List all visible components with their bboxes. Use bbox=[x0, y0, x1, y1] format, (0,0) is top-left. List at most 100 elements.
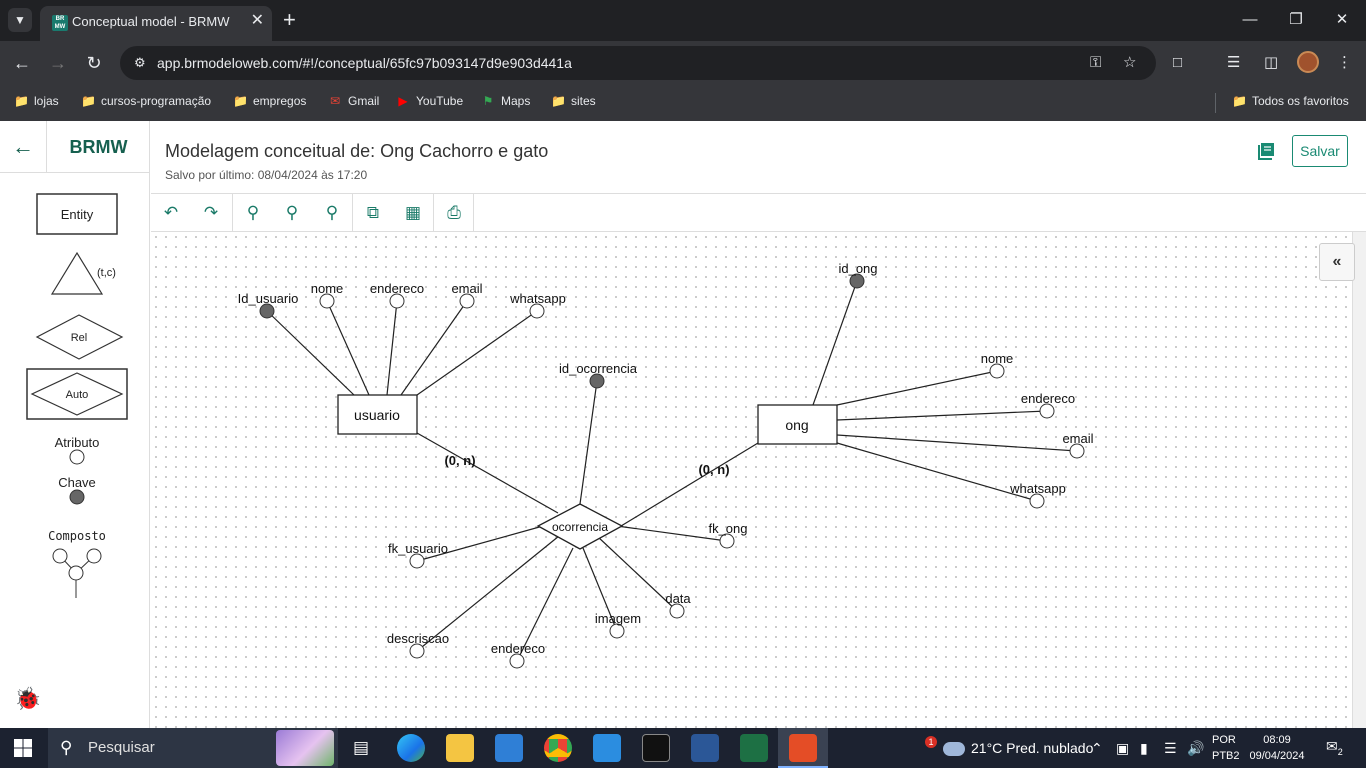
meet-now-icon[interactable]: ▣ bbox=[1116, 738, 1129, 758]
wifi-icon[interactable]: ☰ bbox=[1164, 738, 1177, 758]
entity-ong[interactable]: ong bbox=[757, 404, 838, 445]
attribute-ong-endereco[interactable]: endereco bbox=[1021, 391, 1075, 419]
bookmark-gmail[interactable]: ✉ Gmail bbox=[328, 93, 379, 109]
palette-key-attribute[interactable]: Chave bbox=[58, 475, 96, 505]
svg-text:Chave: Chave bbox=[58, 475, 96, 490]
documentation-book-icon[interactable] bbox=[1256, 141, 1276, 161]
attribute-ong-email[interactable]: email bbox=[1062, 431, 1094, 459]
unicorn-search-highlight-icon bbox=[276, 730, 334, 766]
attribute-ocorrencia-endereco[interactable]: endereco bbox=[491, 641, 545, 669]
zoom-reset-icon[interactable]: ⚲ bbox=[272, 194, 312, 232]
browser-tabstrip: ▼ BR MW Conceptual model - BRMW ✕ + — ❐ ✕ bbox=[0, 0, 1366, 41]
vscode-icon[interactable] bbox=[593, 734, 621, 762]
bookmark-cursos[interactable]: 📁 cursos-programação bbox=[81, 93, 211, 109]
task-view-icon[interactable]: ▤ bbox=[347, 734, 375, 762]
minimize-button[interactable]: — bbox=[1230, 8, 1270, 32]
palette-relationship[interactable]: Rel bbox=[35, 314, 124, 360]
attribute-usuario-nome[interactable]: nome bbox=[311, 281, 344, 309]
print-icon[interactable]: ⎙ bbox=[434, 194, 474, 232]
bookmark-sites[interactable]: 📁 sites bbox=[551, 93, 596, 109]
attribute-usuario-endereco[interactable]: endereco bbox=[370, 281, 424, 309]
browser-tab[interactable]: BR MW Conceptual model - BRMW ✕ bbox=[40, 6, 272, 41]
edge-icon[interactable] bbox=[397, 734, 425, 762]
restore-button[interactable]: ❐ bbox=[1276, 8, 1316, 32]
cardinality-ong[interactable]: (0, n) bbox=[698, 462, 729, 477]
convert-to-logical-table-icon[interactable]: ▦ bbox=[393, 194, 433, 232]
chrome-menu-icon[interactable]: ⋮ bbox=[1337, 53, 1352, 73]
attribute-fk-usuario[interactable]: fk_usuario bbox=[388, 541, 448, 569]
palette-composite-attribute[interactable]: Composto bbox=[48, 529, 106, 598]
entity-usuario[interactable]: usuario bbox=[337, 394, 418, 435]
terminal-icon[interactable] bbox=[642, 734, 670, 762]
attribute-ong-whatsapp[interactable]: whatsapp bbox=[1009, 481, 1066, 509]
attribute-descriscao[interactable]: descriscao bbox=[387, 631, 449, 659]
back-arrow-icon[interactable]: ← bbox=[0, 121, 47, 173]
taskbar-search[interactable]: ⚲ Pesquisar bbox=[48, 728, 338, 768]
mail-icon[interactable] bbox=[495, 734, 523, 762]
bug-report-icon[interactable]: 🐞 bbox=[14, 687, 41, 711]
toolbar-divider bbox=[473, 194, 474, 232]
attribute-id-ong[interactable]: id_ong bbox=[838, 261, 878, 289]
svg-text:usuario: usuario bbox=[354, 407, 400, 423]
url-text[interactable]: app.brmodeloweb.com/#!/conceptual/65fc97… bbox=[157, 54, 572, 72]
media-controls-icon[interactable]: ☰ bbox=[1227, 53, 1240, 73]
close-tab-icon[interactable]: ✕ bbox=[251, 11, 264, 31]
undo-icon[interactable]: ↶ bbox=[151, 194, 191, 232]
bookmark-maps[interactable]: ⚑ Maps bbox=[481, 93, 531, 109]
cardinality-usuario[interactable]: (0, n) bbox=[444, 453, 475, 468]
bookmark-star-icon[interactable]: ☆ bbox=[1123, 53, 1136, 73]
zoom-out-icon[interactable]: ⚲ bbox=[312, 194, 352, 232]
canvas-scrollbar[interactable] bbox=[1352, 232, 1366, 728]
tab-search-button[interactable]: ▼ bbox=[8, 8, 32, 32]
collapse-panel-icon[interactable]: « bbox=[1319, 243, 1355, 281]
new-tab-button[interactable]: + bbox=[283, 8, 296, 32]
zoom-in-icon[interactable]: ⚲ bbox=[233, 194, 273, 232]
palette-specialization[interactable]: (t,c) bbox=[50, 251, 116, 295]
all-bookmarks[interactable]: 📁 Todos os favoritos bbox=[1232, 93, 1349, 109]
profile-avatar[interactable] bbox=[1297, 51, 1319, 73]
duplicate-icon[interactable]: ⧉ bbox=[353, 194, 393, 232]
attribute-usuario-email[interactable]: email bbox=[451, 281, 483, 309]
back-arrow-icon[interactable]: ← bbox=[10, 51, 34, 75]
address-bar[interactable]: ⚙ app.brmodeloweb.com/#!/conceptual/65fc… bbox=[120, 46, 1156, 80]
palette-entity[interactable]: Entity bbox=[36, 193, 118, 235]
attribute-usuario-whatsapp[interactable]: whatsapp bbox=[509, 291, 566, 319]
palette-associative-entity[interactable]: Auto bbox=[26, 368, 128, 420]
attribute-id-usuario[interactable]: Id_usuario bbox=[238, 291, 299, 319]
file-explorer-icon[interactable] bbox=[446, 734, 474, 762]
bookmark-youtube[interactable]: ▶ YouTube bbox=[396, 93, 463, 109]
attribute-id-ocorrencia[interactable]: id_ocorrencia bbox=[559, 361, 638, 389]
side-panel-icon[interactable]: ◫ bbox=[1264, 53, 1278, 73]
active-app-slot[interactable] bbox=[778, 728, 828, 768]
close-window-button[interactable]: ✕ bbox=[1322, 8, 1362, 32]
show-hidden-icons-chevron-icon[interactable]: ⌃ bbox=[1091, 738, 1103, 758]
bookmark-lojas[interactable]: 📁 lojas bbox=[14, 93, 59, 109]
password-key-icon[interactable]: ⚿ bbox=[1090, 53, 1101, 73]
volume-icon[interactable]: 🔊 bbox=[1187, 738, 1204, 758]
gmail-icon: ✉ bbox=[329, 94, 341, 108]
palette-shapes: Entity (t,c) Rel Auto Atributo Chave Com… bbox=[26, 193, 128, 598]
redo-icon[interactable]: ↷ bbox=[191, 194, 231, 232]
windows-start-icon[interactable] bbox=[14, 739, 32, 757]
chrome-icon[interactable] bbox=[544, 734, 572, 762]
language-indicator[interactable]: POR PTB2 bbox=[1212, 732, 1240, 764]
forward-arrow-icon[interactable]: → bbox=[46, 51, 70, 75]
attribute-imagem[interactable]: imagem bbox=[595, 611, 641, 639]
battery-icon[interactable]: ▮ bbox=[1140, 738, 1148, 758]
excel-icon[interactable] bbox=[740, 734, 768, 762]
word-icon[interactable] bbox=[691, 734, 719, 762]
system-clock[interactable]: 08:09 09/04/2024 bbox=[1248, 732, 1306, 764]
palette-attribute[interactable]: Atributo bbox=[55, 435, 100, 465]
weather-widget[interactable]: 21°C Pred. nublado bbox=[943, 739, 1093, 757]
extensions-icon[interactable]: □ bbox=[1173, 53, 1182, 73]
svg-text:imagem: imagem bbox=[595, 611, 641, 626]
diagram-canvas[interactable]: usuario ong ocorrencia (0, n) (0, n) Id_… bbox=[151, 232, 1352, 728]
reload-icon[interactable]: ↻ bbox=[82, 51, 106, 75]
attribute-fk-ong[interactable]: fk_ong bbox=[708, 521, 748, 549]
bookmark-empregos[interactable]: 📁 empregos bbox=[233, 93, 306, 109]
svg-text:ocorrencia: ocorrencia bbox=[552, 520, 608, 534]
site-info-icon[interactable]: ⚙ bbox=[134, 54, 146, 72]
save-button[interactable]: Salvar bbox=[1292, 135, 1348, 167]
attribute-data[interactable]: data bbox=[665, 591, 691, 619]
notification-center-icon[interactable]: ✉2 bbox=[1326, 738, 1343, 757]
